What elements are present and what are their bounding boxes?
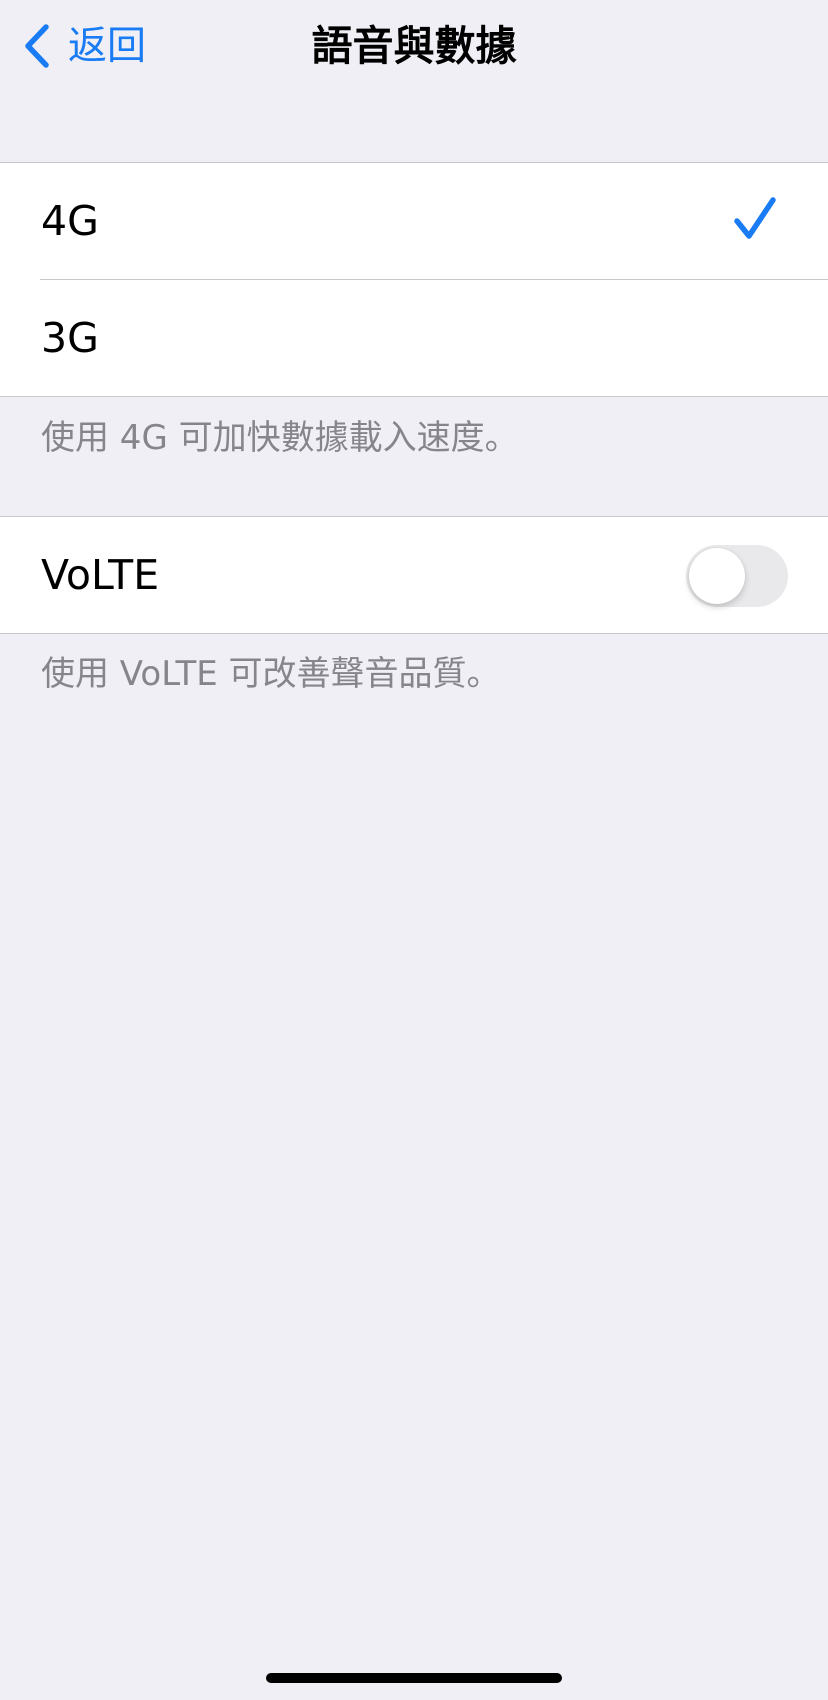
- volte-row: VoLTE: [0, 517, 828, 633]
- navigation-bar: 返回 語音與數據: [0, 0, 828, 96]
- checkmark-icon: [734, 197, 776, 239]
- option-3g-label: 3G: [41, 314, 99, 362]
- option-3g[interactable]: 3G: [0, 280, 828, 396]
- option-4g-label: 4G: [41, 197, 99, 245]
- page-title: 語音與數據: [311, 22, 517, 70]
- network-options-group: 4G 3G: [0, 162, 828, 397]
- volte-label: VoLTE: [41, 551, 160, 599]
- option-4g[interactable]: 4G: [0, 163, 828, 280]
- volte-group: VoLTE: [0, 516, 828, 634]
- volte-footnote: 使用 VoLTE 可改善聲音品質。: [41, 654, 501, 694]
- toggle-knob: [689, 548, 745, 604]
- home-indicator[interactable]: [266, 1673, 562, 1683]
- network-footnote: 使用 4G 可加快數據載入速度。: [41, 418, 519, 458]
- volte-toggle[interactable]: [686, 545, 788, 607]
